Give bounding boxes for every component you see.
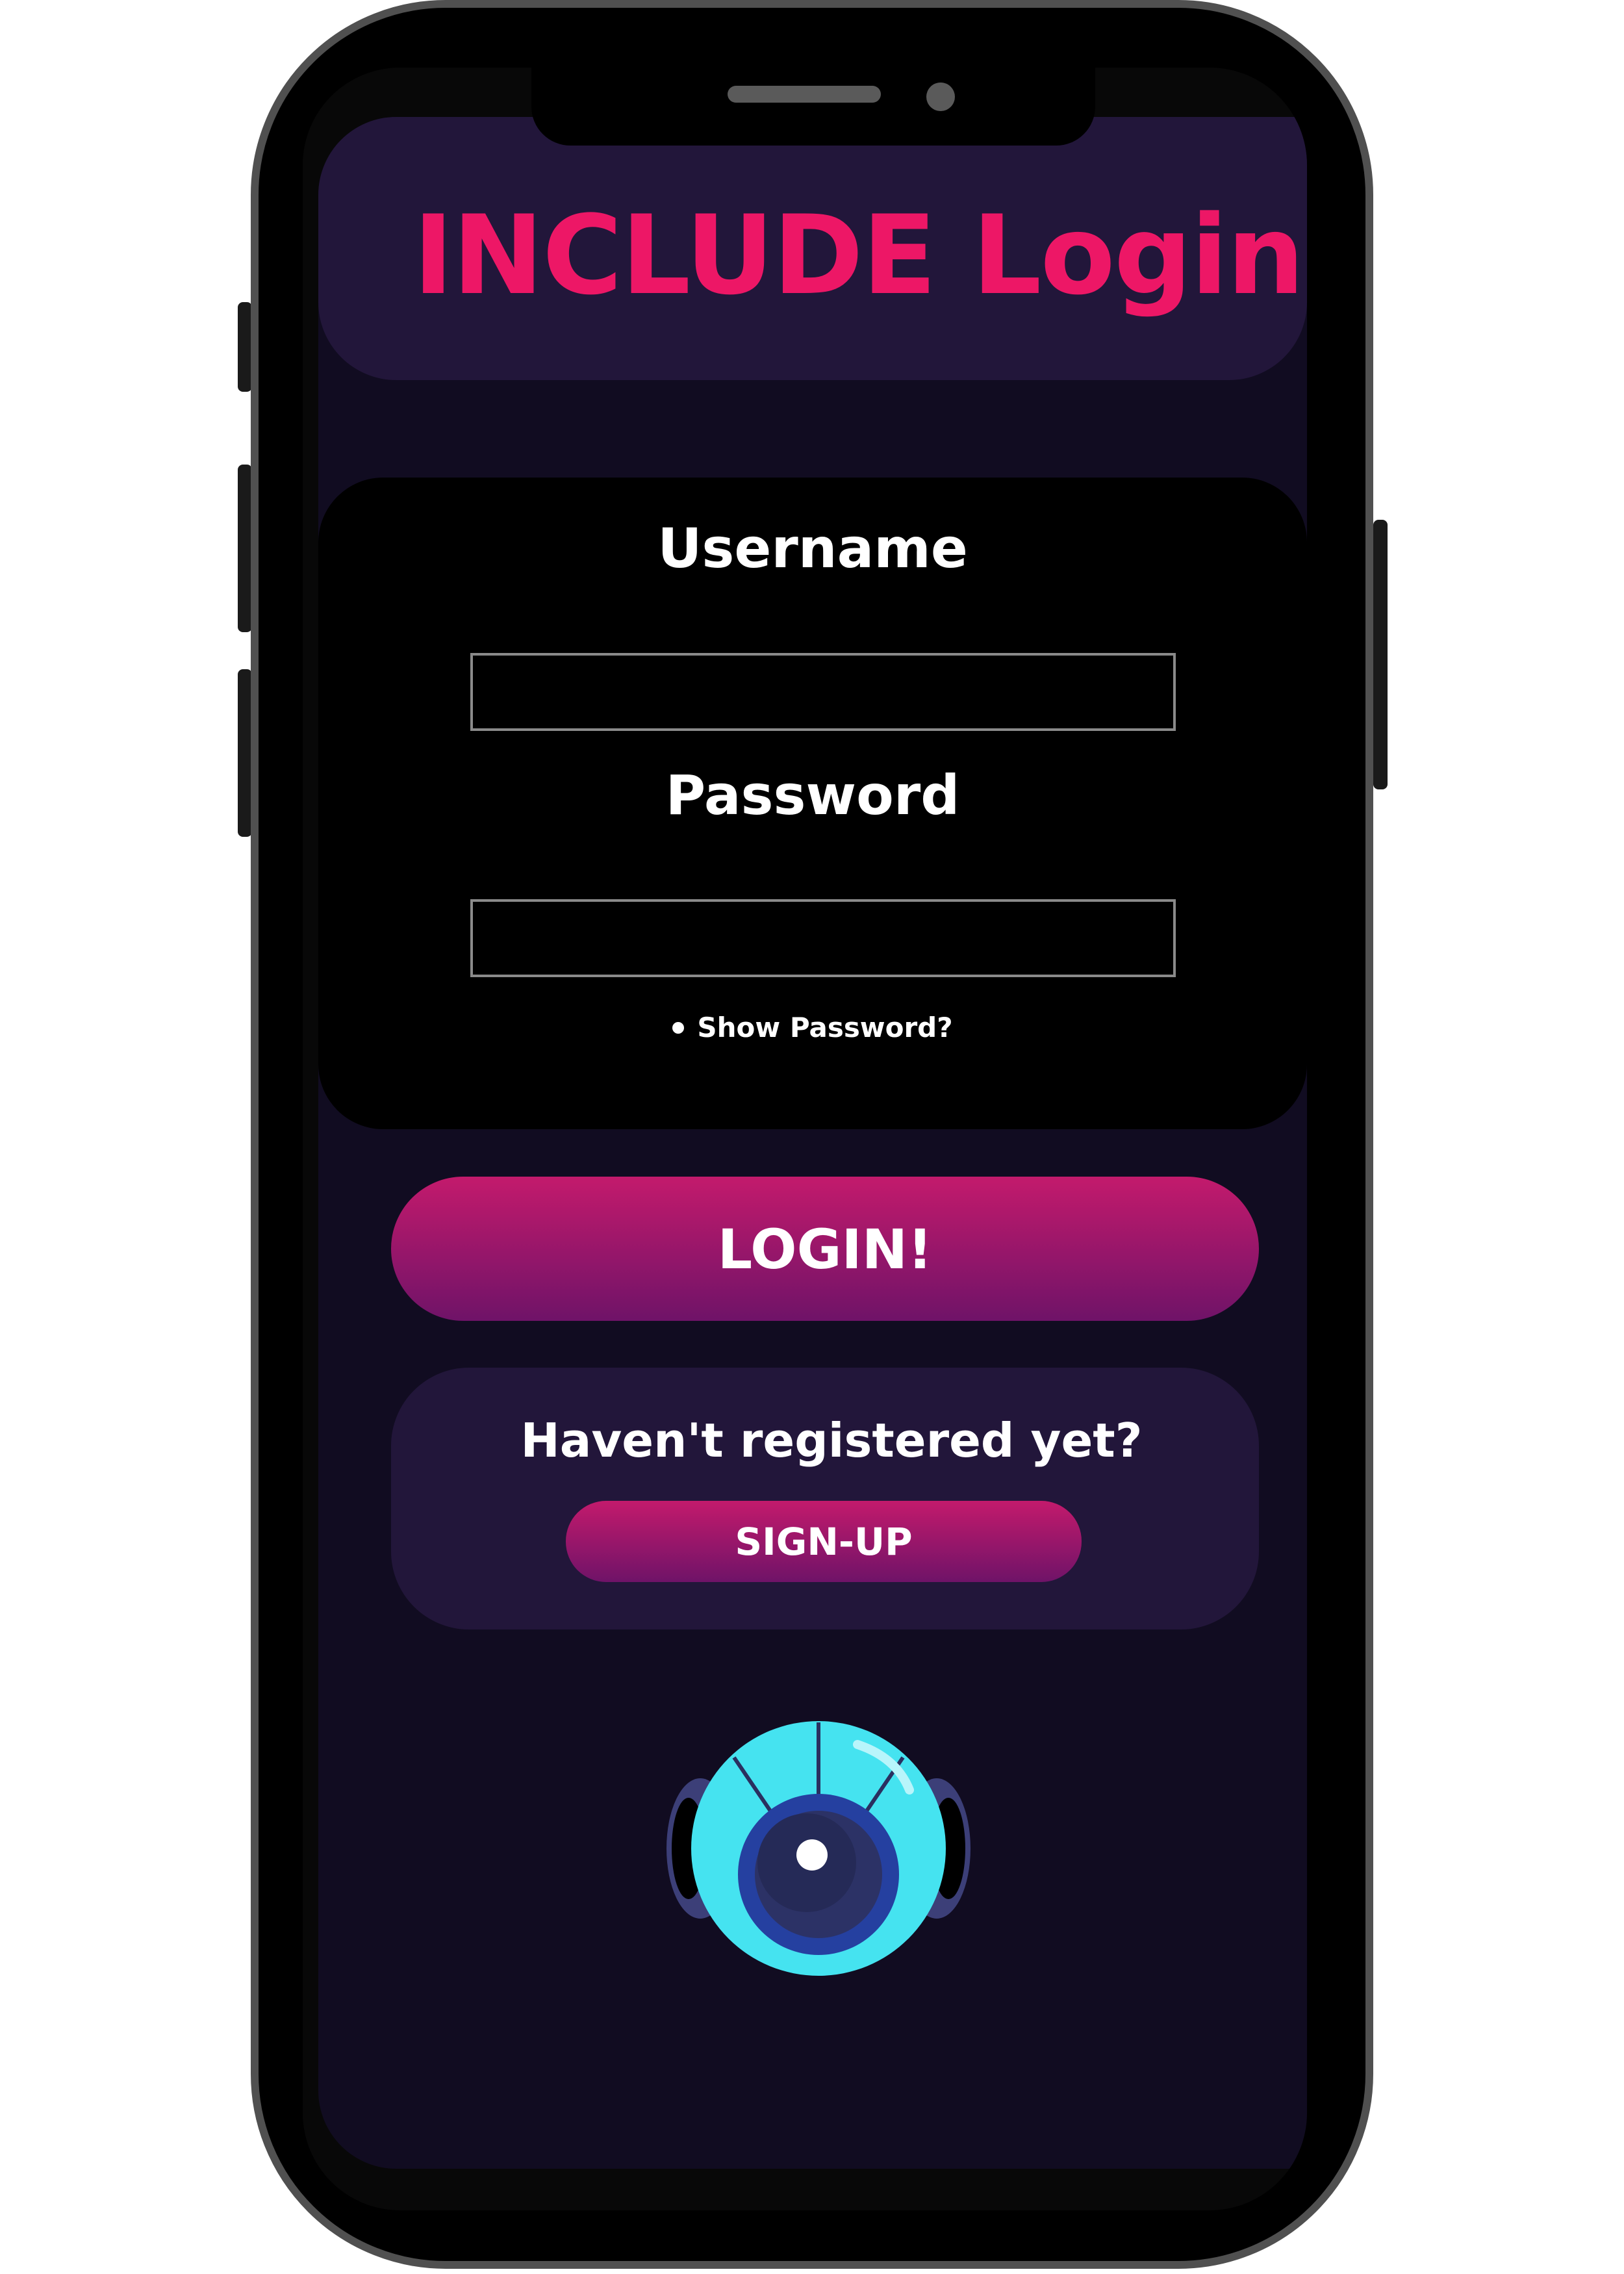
username-input[interactable] [470,653,1176,731]
page-title: INCLUDE Login [412,192,1305,319]
show-password-toggle[interactable]: Show Password? [318,1012,1307,1043]
phone-power-button [1373,520,1388,789]
phone-notch [531,68,1095,146]
show-password-radio[interactable] [672,1021,685,1034]
login-app: INCLUDE Login Username Password Show Pas… [318,117,1307,2169]
login-button[interactable]: LOGIN! [391,1177,1259,1321]
speaker-grille [728,86,881,103]
register-card: Haven't registered yet? SIGN-UP [391,1368,1259,1629]
phone-volume-up-button [238,465,252,632]
phone-volume-down-button [238,669,252,837]
login-form: Username Password Show Password? [318,478,1307,1129]
phone-screen: INCLUDE Login Username Password Show Pas… [303,68,1307,2210]
signup-button[interactable]: SIGN-UP [566,1501,1082,1582]
phone-silent-switch [238,302,252,392]
robot-mascot-icon [666,1721,971,1976]
register-prompt: Haven't registered yet? [520,1413,1143,1468]
password-input[interactable] [470,899,1176,977]
password-label: Password [665,763,960,827]
front-camera [926,83,955,111]
username-label: Username [657,517,968,580]
header-card: INCLUDE Login [318,117,1307,380]
show-password-label: Show Password? [697,1012,953,1043]
